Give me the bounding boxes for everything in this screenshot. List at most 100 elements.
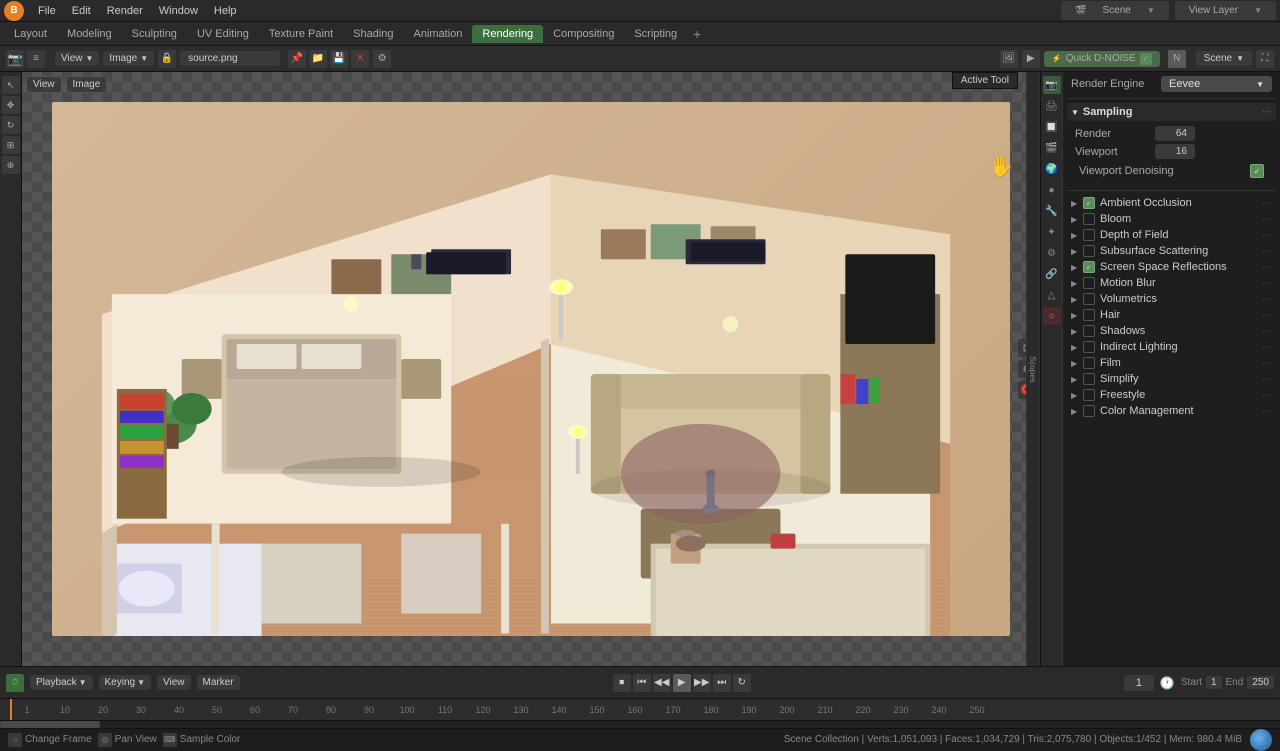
tab-layout[interactable]: Layout xyxy=(4,25,57,43)
tab-scripting[interactable]: Scripting xyxy=(624,25,687,43)
constraint-icon[interactable]: 🔗 xyxy=(1043,265,1061,283)
menu-edit[interactable]: Edit xyxy=(64,3,99,19)
tool-move[interactable]: ✥ xyxy=(2,96,20,114)
effect-checkbox-motion-blur[interactable] xyxy=(1083,277,1095,289)
effect-simplify[interactable]: ▶Simplify··· xyxy=(1067,371,1276,387)
current-frame-input[interactable]: 1 xyxy=(1124,675,1154,691)
physics-icon[interactable]: ⚙ xyxy=(1043,244,1061,262)
header-view-btn[interactable]: ≡ xyxy=(27,50,45,68)
tab-sculpting[interactable]: Sculpting xyxy=(122,25,187,43)
image-settings-icon[interactable]: ⚙ xyxy=(373,50,391,68)
stop-button[interactable]: ⏹ xyxy=(613,674,631,692)
menu-render[interactable]: Render xyxy=(99,3,151,19)
skip-to-start-button[interactable]: ⏮ xyxy=(633,674,651,692)
denoising-checkbox[interactable]: ✓ xyxy=(1250,164,1264,178)
image-folder-icon[interactable]: 📁 xyxy=(309,50,327,68)
props-icon[interactable]: N xyxy=(1168,50,1186,68)
effect-depth-of-field[interactable]: ▶Depth of Field··· xyxy=(1067,227,1276,243)
effect-checkbox-freestyle[interactable] xyxy=(1083,389,1095,401)
effect-checkbox-hair[interactable] xyxy=(1083,309,1095,321)
image-format-icon[interactable]: 🖼 xyxy=(1000,50,1018,68)
tool-transform[interactable]: ⊕ xyxy=(2,156,20,174)
effect-film[interactable]: ▶Film··· xyxy=(1067,355,1276,371)
effect-volumetrics[interactable]: ▶Volumetrics··· xyxy=(1067,291,1276,307)
frame-ruler[interactable]: 1102030405060708090100110120130140150160… xyxy=(0,698,1280,720)
denoise-toggle[interactable]: ✓ xyxy=(1140,53,1152,65)
menu-window[interactable]: Window xyxy=(151,3,206,19)
tab-modeling[interactable]: Modeling xyxy=(57,25,122,43)
tab-animation[interactable]: Animation xyxy=(404,25,473,43)
image-close-icon[interactable]: ✕ xyxy=(351,50,369,68)
modifier-icon[interactable]: 🔧 xyxy=(1043,202,1061,220)
effect-indirect-lighting[interactable]: ▶Indirect Lighting··· xyxy=(1067,339,1276,355)
loop-button[interactable]: ↻ xyxy=(733,674,751,692)
view-dropdown[interactable]: View ▼ xyxy=(55,51,99,66)
tab-rendering[interactable]: Rendering xyxy=(472,25,543,43)
effect-shadows[interactable]: ▶Shadows··· xyxy=(1067,323,1276,339)
menu-file[interactable]: File xyxy=(30,3,64,19)
world-props-icon[interactable]: 🌍 xyxy=(1043,160,1061,178)
sampling-section-header[interactable]: ▼ Sampling ··· xyxy=(1067,103,1276,121)
scene-dropdown[interactable]: Scene ▼ xyxy=(1196,51,1252,66)
image-save-icon[interactable]: 💾 xyxy=(330,50,348,68)
add-workspace-button[interactable]: + xyxy=(687,24,707,44)
scene-selector[interactable]: 🎬 Scene ▼ xyxy=(1061,1,1169,20)
render-props-icon[interactable]: 📷 xyxy=(1043,76,1061,94)
effect-ambient-occlusion[interactable]: ▶✓Ambient Occlusion··· xyxy=(1067,195,1276,211)
effect-color-management[interactable]: ▶Color Management··· xyxy=(1067,403,1276,419)
keying-dropdown[interactable]: Keying ▼ xyxy=(99,675,152,690)
particle-icon[interactable]: ✦ xyxy=(1043,223,1061,241)
image-dropdown[interactable]: Image ▼ xyxy=(103,51,154,66)
timeline-mode-icon[interactable]: ⏱ xyxy=(6,674,24,692)
menu-help[interactable]: Help xyxy=(206,3,245,19)
timeline-scroll-thumb[interactable] xyxy=(0,721,100,728)
start-frame[interactable]: 1 xyxy=(1206,676,1222,689)
tab-compositing[interactable]: Compositing xyxy=(543,25,624,43)
object-props-icon[interactable]: ● xyxy=(1043,181,1061,199)
fullscreen-icon[interactable]: ⛶ xyxy=(1256,50,1274,68)
effect-subsurface-scattering[interactable]: ▶Subsurface Scattering··· xyxy=(1067,243,1276,259)
output-props-icon[interactable]: 🖨 xyxy=(1043,97,1061,115)
playback-dropdown[interactable]: Playback ▼ xyxy=(30,675,93,690)
tab-shading[interactable]: Shading xyxy=(343,25,403,43)
effect-checkbox-bloom[interactable] xyxy=(1083,213,1095,225)
quick-denoise-btn[interactable]: ⚡ Quick D-NOISE ✓ xyxy=(1044,51,1160,67)
effect-checkbox-film[interactable] xyxy=(1083,357,1095,369)
image-render-icon[interactable]: ▶ xyxy=(1022,50,1040,68)
effect-hair[interactable]: ▶Hair··· xyxy=(1067,307,1276,323)
step-back-button[interactable]: ◀◀ xyxy=(653,674,671,692)
effect-checkbox-shadows[interactable] xyxy=(1083,325,1095,337)
tab-texture-paint[interactable]: Texture Paint xyxy=(259,25,343,43)
tool-select[interactable]: ↖ xyxy=(2,76,20,94)
effect-checkbox-simplify[interactable] xyxy=(1083,373,1095,385)
effect-checkbox-screen-space-reflections[interactable]: ✓ xyxy=(1083,261,1095,273)
view-layer-icon[interactable]: 🔲 xyxy=(1043,118,1061,136)
material-icon[interactable]: ○ xyxy=(1043,307,1061,325)
effect-bloom[interactable]: ▶Bloom··· xyxy=(1067,211,1276,227)
end-frame[interactable]: 250 xyxy=(1247,676,1274,689)
render-engine-selector[interactable]: Eevee ▼ xyxy=(1161,76,1272,92)
viewport-value[interactable]: 16 xyxy=(1155,144,1195,159)
tab-uv-editing[interactable]: UV Editing xyxy=(187,25,259,43)
header-lock-icon[interactable]: 🔒 xyxy=(158,50,176,68)
header-tool-icon[interactable]: 📷 xyxy=(6,50,24,68)
tool-rotate[interactable]: ↻ xyxy=(2,116,20,134)
effect-checkbox-indirect-lighting[interactable] xyxy=(1083,341,1095,353)
image-file-selector[interactable]: source.png xyxy=(180,51,280,66)
image-pin-icon[interactable]: 📌 xyxy=(288,50,306,68)
layer-selector[interactable]: View Layer ▼ xyxy=(1175,1,1276,20)
step-forward-button[interactable]: ▶▶ xyxy=(693,674,711,692)
effect-checkbox-volumetrics[interactable] xyxy=(1083,293,1095,305)
effect-checkbox-depth-of-field[interactable] xyxy=(1083,229,1095,241)
viewport-image-btn[interactable]: Image xyxy=(66,76,108,93)
play-button[interactable]: ▶ xyxy=(673,674,691,692)
effect-checkbox-ambient-occlusion[interactable]: ✓ xyxy=(1083,197,1095,209)
timeline-scrollbar[interactable] xyxy=(0,720,1280,728)
viewport-view-btn[interactable]: View xyxy=(26,76,62,93)
effect-checkbox-color-management[interactable] xyxy=(1083,405,1095,417)
skip-to-end-button[interactable]: ⏭ xyxy=(713,674,731,692)
marker-dropdown[interactable]: Marker xyxy=(197,675,240,690)
data-icon[interactable]: △ xyxy=(1043,286,1061,304)
render-value[interactable]: 64 xyxy=(1155,126,1195,141)
view-dropdown-tl[interactable]: View xyxy=(157,675,191,690)
